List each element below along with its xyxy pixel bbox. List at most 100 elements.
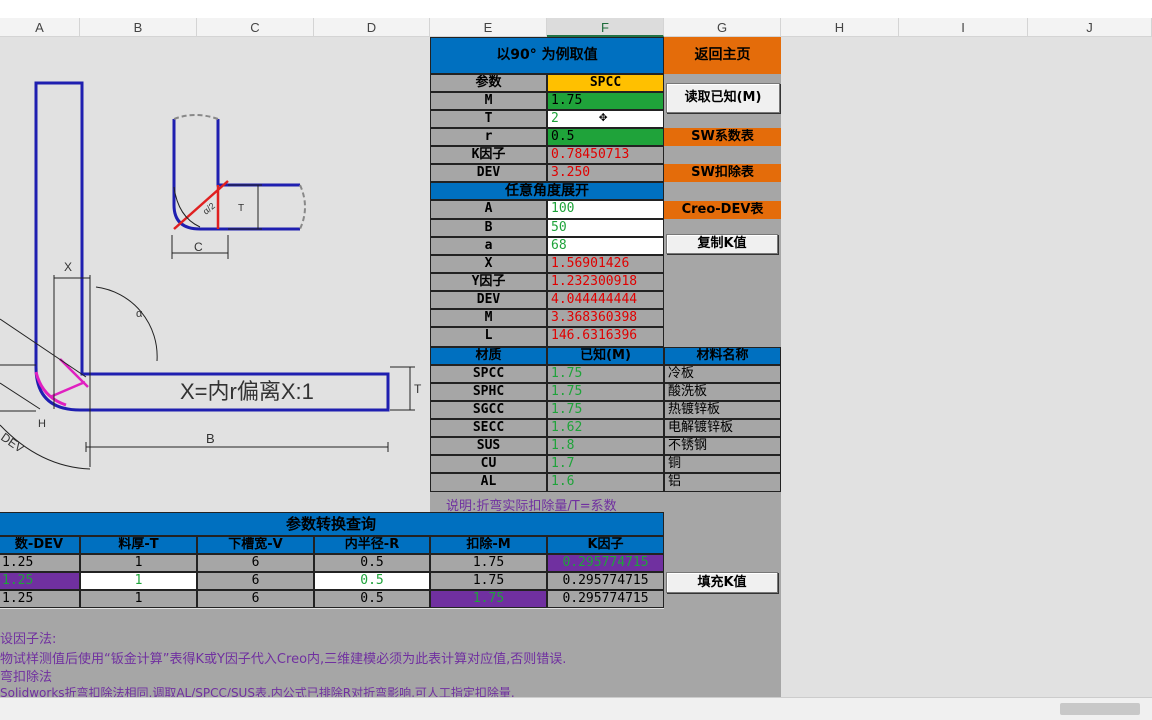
horizontal-scrollbar[interactable] bbox=[0, 697, 1152, 720]
arb-label-m: M bbox=[430, 309, 547, 327]
arb-value-m[interactable]: 3.368360398 bbox=[547, 309, 664, 327]
conv-cell-m[interactable]: 1.75 bbox=[430, 590, 547, 608]
materials-header-material: 材质 bbox=[430, 347, 547, 365]
conv-cell[interactable]: 1.75 bbox=[430, 554, 547, 572]
creo-dev-table-button[interactable]: Creo-DEV表 bbox=[664, 201, 781, 219]
sw-deduction-table-button[interactable]: SW扣除表 bbox=[664, 164, 781, 182]
arb-value-x[interactable]: 1.56901426 bbox=[547, 255, 664, 273]
conv-header-r: 内半径-R bbox=[314, 536, 430, 554]
conv-cell[interactable]: 6 bbox=[197, 590, 314, 608]
home-button[interactable]: 返回主页 bbox=[664, 37, 781, 74]
material-name: 铝 bbox=[664, 473, 781, 492]
material-code: SPHC bbox=[430, 383, 547, 401]
material-m[interactable]: 1.6 bbox=[547, 473, 664, 492]
sw-coefficient-table-button[interactable]: SW系数表 bbox=[664, 128, 781, 146]
material-m[interactable]: 1.62 bbox=[547, 419, 664, 437]
formula-label: X=内r偏离X:1 bbox=[180, 379, 314, 404]
arb-value-b[interactable]: 50 bbox=[547, 219, 664, 237]
conv-cell[interactable]: 0.295774715 bbox=[547, 572, 664, 590]
material-code: CU bbox=[430, 455, 547, 473]
column-header-bar: A B C D E F G H I J bbox=[0, 18, 1152, 37]
column-header-d[interactable]: D bbox=[314, 18, 430, 37]
materials-header-name: 材料名称 bbox=[664, 347, 781, 365]
material-name: 热镀锌板 bbox=[664, 401, 781, 419]
conv-cell[interactable]: 1 bbox=[80, 590, 197, 608]
conv-cell[interactable]: 1 bbox=[80, 554, 197, 572]
conv-cell-t[interactable]: 1 bbox=[80, 572, 197, 590]
read-known-m-button[interactable]: 读取已知(M) bbox=[666, 83, 780, 113]
label-h: H bbox=[38, 418, 46, 430]
material-name: 冷板 bbox=[664, 365, 781, 383]
conv-cell[interactable]: 1.25 bbox=[0, 590, 80, 608]
conv-cell-r[interactable]: 0.5 bbox=[314, 572, 430, 590]
column-header-i[interactable]: I bbox=[899, 18, 1028, 37]
param-label-m: M bbox=[430, 92, 547, 110]
column-header-f[interactable]: F bbox=[547, 18, 664, 37]
label-t: T bbox=[414, 382, 422, 396]
column-header-h[interactable]: H bbox=[781, 18, 899, 37]
material-code: SECC bbox=[430, 419, 547, 437]
label-x: X bbox=[64, 260, 72, 274]
bend-diagram: X=内r偏离X:1 X T H DEV B C T α α/2 bbox=[0, 81, 422, 470]
conv-header-v: 下槽宽-V bbox=[197, 536, 314, 554]
conv-cell[interactable]: 0.5 bbox=[314, 590, 430, 608]
material-m[interactable]: 1.7 bbox=[547, 455, 664, 473]
conv-cell[interactable]: 0.5 bbox=[314, 554, 430, 572]
title-90-degree: 以90° 为例取值 bbox=[430, 37, 664, 74]
arb-value-a[interactable]: 100 bbox=[547, 200, 664, 219]
arbitrary-angle-title: 任意角度展开 bbox=[430, 182, 664, 200]
conv-cell[interactable]: 1.75 bbox=[430, 572, 547, 590]
fill-k-value-button[interactable]: 填充K值 bbox=[666, 572, 778, 593]
material-name: 铜 bbox=[664, 455, 781, 473]
label-dev: DEV bbox=[0, 430, 27, 456]
arb-label-x: X bbox=[430, 255, 547, 273]
arb-label-angle: a bbox=[430, 237, 547, 255]
arb-value-dev[interactable]: 4.044444444 bbox=[547, 291, 664, 309]
arb-label-y: Y因子 bbox=[430, 273, 547, 291]
note-line-2: 物试样测值后使用“钣金计算”表得K或Y因子代入Creo内,三维建模必须为此表计算… bbox=[0, 652, 567, 667]
conv-cell[interactable]: 0.295774715 bbox=[547, 590, 664, 608]
conv-header-t: 料厚-T bbox=[80, 536, 197, 554]
column-header-a[interactable]: A bbox=[0, 18, 80, 37]
material-m[interactable]: 1.75 bbox=[547, 401, 664, 419]
arb-label-a: A bbox=[430, 200, 547, 219]
arb-value-y[interactable]: 1.232300918 bbox=[547, 273, 664, 291]
column-header-j[interactable]: J bbox=[1028, 18, 1152, 37]
note-line-3: 弯扣除法 bbox=[0, 670, 53, 685]
column-header-b[interactable]: B bbox=[80, 18, 197, 37]
conv-header-m: 扣除-M bbox=[430, 536, 547, 554]
column-header-e[interactable]: E bbox=[430, 18, 547, 37]
arb-value-angle[interactable]: 68 bbox=[547, 237, 664, 255]
params-header-label: 参数 bbox=[430, 74, 547, 92]
label-inset-t: T bbox=[238, 203, 244, 214]
conv-cell-dev[interactable]: 1.25 bbox=[0, 572, 80, 590]
copy-k-value-button[interactable]: 复制K值 bbox=[666, 234, 778, 254]
params-header-material[interactable]: SPCC bbox=[547, 74, 664, 92]
param-label-dev: DEV bbox=[430, 164, 547, 182]
param-value-dev[interactable]: 3.250 bbox=[547, 164, 664, 182]
material-m[interactable]: 1.75 bbox=[547, 365, 664, 383]
conv-cell-k[interactable]: 0.295774715 bbox=[547, 554, 664, 572]
scrollbar-thumb[interactable] bbox=[1060, 703, 1140, 715]
conv-header-k: K因子 bbox=[547, 536, 664, 554]
material-name: 电解镀锌板 bbox=[664, 419, 781, 437]
column-header-c[interactable]: C bbox=[197, 18, 314, 37]
cursor-icon: ✥ bbox=[599, 109, 608, 125]
note-line-1: 设因子法: bbox=[0, 632, 57, 647]
param-label-k: K因子 bbox=[430, 146, 547, 164]
label-c: C bbox=[194, 240, 203, 254]
material-code: AL bbox=[430, 473, 547, 492]
arb-value-l[interactable]: 146.6316396 bbox=[547, 327, 664, 347]
conv-cell[interactable]: 1.25 bbox=[0, 554, 80, 572]
conv-header-dev: 数-DEV bbox=[0, 536, 80, 554]
conv-cell[interactable]: 6 bbox=[197, 572, 314, 590]
material-m[interactable]: 1.8 bbox=[547, 437, 664, 455]
material-m[interactable]: 1.75 bbox=[547, 383, 664, 401]
param-value-m[interactable]: 1.75 bbox=[547, 92, 664, 110]
param-value-k[interactable]: 0.78450713 bbox=[547, 146, 664, 164]
conv-cell[interactable]: 6 bbox=[197, 554, 314, 572]
param-value-r[interactable]: 0.5 bbox=[547, 128, 664, 146]
column-header-g[interactable]: G bbox=[664, 18, 781, 37]
label-b: B bbox=[206, 431, 215, 446]
label-alpha: α bbox=[136, 308, 143, 320]
